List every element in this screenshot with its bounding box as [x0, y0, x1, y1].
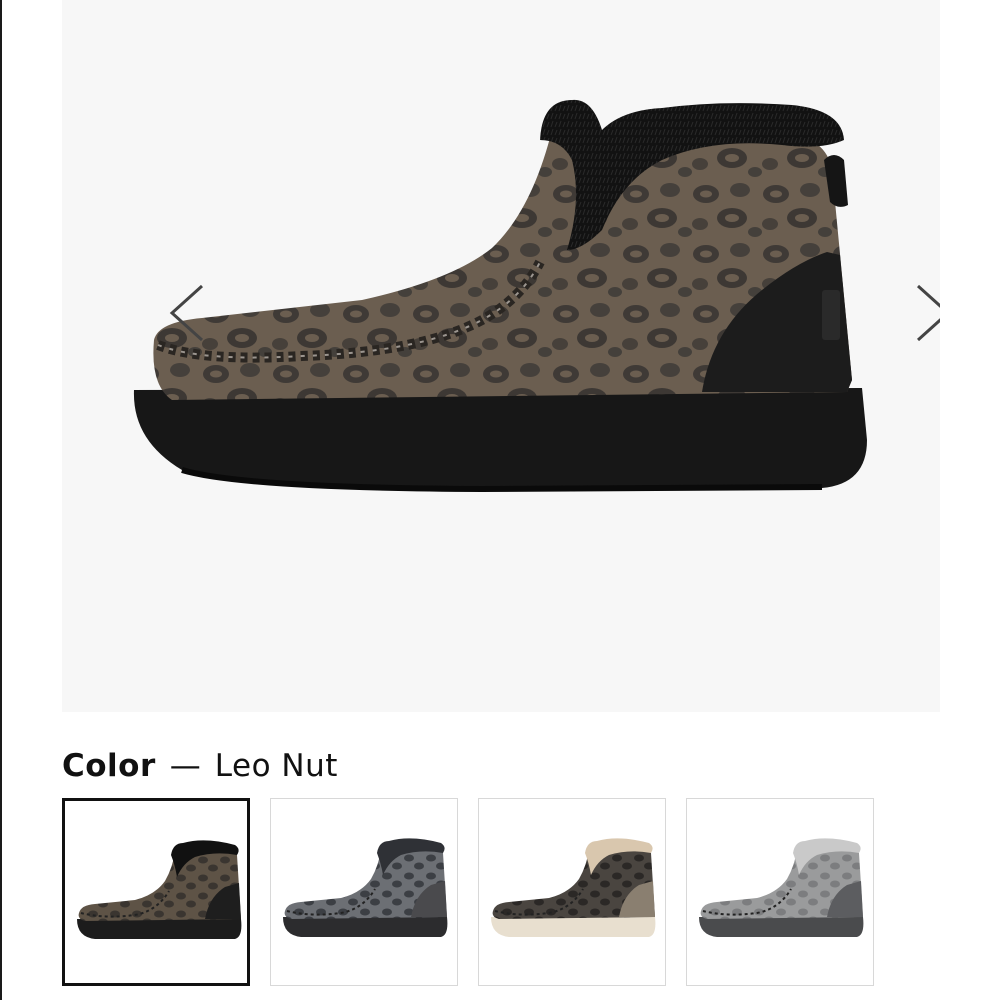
selected-color-name: Leo Nut: [214, 748, 338, 784]
color-swatch-list: [62, 798, 877, 990]
color-selection-label: Color — Leo Nut: [62, 748, 338, 792]
viewport-edge: [0, 0, 2, 1000]
product-image-gallery[interactable]: [62, 0, 940, 712]
previous-image-button[interactable]: [162, 278, 208, 348]
product-image: [133, 99, 867, 493]
swatch-thumbnail: [283, 838, 448, 937]
swatch-thumbnail: [77, 840, 242, 939]
color-swatch-leo-nut[interactable]: [62, 798, 250, 986]
swatch-thumbnail: [491, 838, 656, 937]
next-image-button[interactable]: [912, 278, 940, 348]
color-swatch-heather-grey[interactable]: [686, 798, 874, 986]
chevron-right-icon: [916, 284, 940, 342]
color-separator: —: [169, 748, 201, 784]
product-page: Color — Leo Nut: [0, 0, 1000, 1000]
color-swatch-tweed-black[interactable]: [478, 798, 666, 986]
swatch-thumbnail: [699, 838, 864, 937]
color-swatch-leopard-grey[interactable]: [270, 798, 458, 986]
chevron-left-icon: [169, 284, 204, 342]
color-label: Color: [62, 748, 156, 784]
